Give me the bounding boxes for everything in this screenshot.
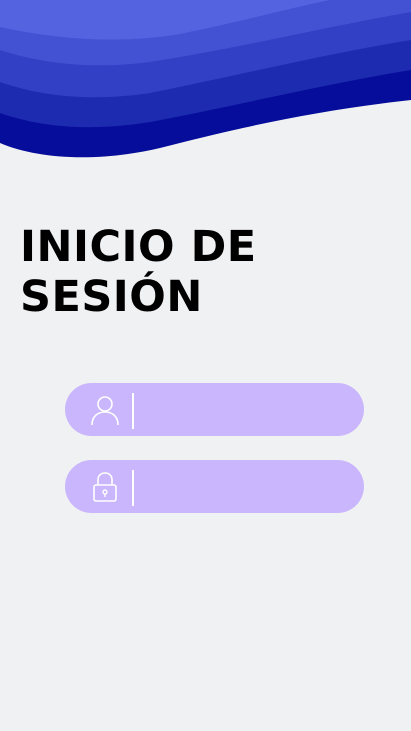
username-field-divider: [132, 393, 134, 429]
password-input[interactable]: [141, 468, 341, 505]
password-field[interactable]: [65, 460, 364, 513]
page-title-line-1: INICIO DE: [20, 222, 257, 272]
password-field-divider: [132, 470, 134, 506]
username-input[interactable]: [141, 391, 341, 428]
page-title: INICIO DE SESIÓN: [20, 222, 257, 322]
page-title-line-2: SESIÓN: [20, 272, 203, 322]
lock-icon: [93, 472, 117, 502]
header-wave-decoration: [0, 0, 411, 170]
username-field[interactable]: [65, 383, 364, 436]
user-icon: [91, 396, 119, 426]
